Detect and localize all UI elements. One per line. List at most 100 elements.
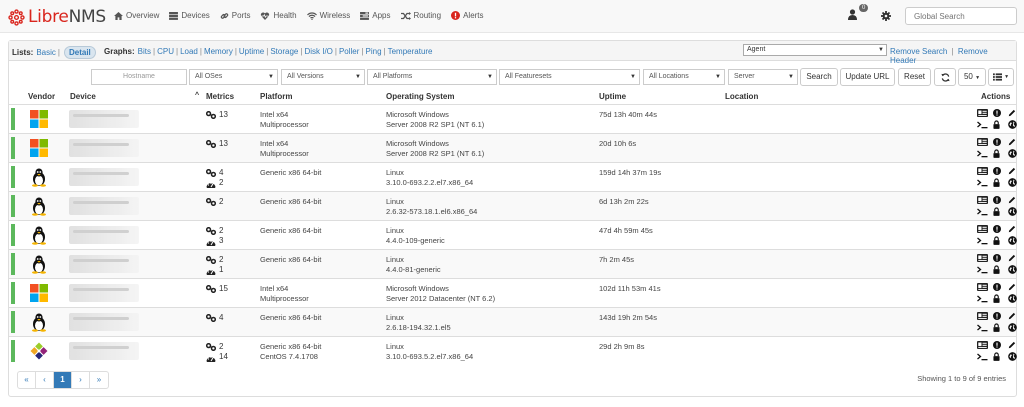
nav-apps[interactable]: Apps: [360, 11, 391, 20]
update-url-button[interactable]: Update URL: [840, 68, 895, 86]
col-device[interactable]: Device: [70, 92, 96, 101]
page-size-button[interactable]: 50 ▼: [958, 68, 986, 86]
terminal-ssh-icon[interactable]: [977, 266, 988, 274]
device-card-icon[interactable]: [977, 167, 988, 175]
table-row[interactable]: 4 2 Generic x86 64-bit Linux 3.10.0-693.2.2.…: [9, 162, 1017, 191]
refresh-button[interactable]: [934, 68, 956, 86]
col-vendor[interactable]: Vendor: [28, 92, 55, 101]
pencil-edit-icon[interactable]: [1008, 312, 1016, 320]
table-row[interactable]: 4 Generic x86 64-bit Linux 2.6.18-194.32.1.…: [9, 307, 1017, 336]
col-platform[interactable]: Platform: [260, 92, 292, 101]
terminal-ssh-icon[interactable]: [977, 353, 988, 361]
device-hostname-redacted[interactable]: [69, 226, 139, 244]
graph-link-uptime[interactable]: Uptime: [239, 47, 264, 56]
terminal-ssh-icon[interactable]: [977, 121, 988, 129]
graph-link-memory[interactable]: Memory: [204, 47, 233, 56]
lock-telnet-icon[interactable]: [993, 120, 1000, 129]
table-row[interactable]: 13 Intel x64 Multiprocessor Microsoft Windo…: [9, 133, 1017, 162]
graph-link-cpu[interactable]: CPU: [157, 47, 174, 56]
reset-button[interactable]: Reset: [898, 68, 931, 86]
nav-alerts[interactable]: Alerts: [451, 11, 484, 20]
sensors-metric[interactable]: 14: [206, 352, 228, 362]
nav-devices[interactable]: Devices: [169, 11, 210, 20]
sensors-metric[interactable]: 3: [206, 236, 223, 246]
alert-exclamation-icon[interactable]: [993, 138, 1001, 146]
graph-link-disk-i-o[interactable]: Disk I/O: [304, 47, 332, 56]
globe-web-icon[interactable]: [1008, 265, 1017, 274]
graph-link-temperature[interactable]: Temperature: [388, 47, 433, 56]
pencil-edit-icon[interactable]: [1008, 109, 1016, 117]
device-hostname-redacted[interactable]: [69, 110, 139, 128]
device-card-icon[interactable]: [977, 283, 988, 291]
device-hostname-redacted[interactable]: [69, 342, 139, 360]
lock-telnet-icon[interactable]: [993, 352, 1000, 361]
globe-web-icon[interactable]: [1008, 120, 1017, 129]
device-hostname-redacted[interactable]: [69, 139, 139, 157]
ports-metric[interactable]: 4: [206, 313, 223, 323]
terminal-ssh-icon[interactable]: [977, 324, 988, 332]
globe-web-icon[interactable]: [1008, 352, 1017, 361]
versions-select[interactable]: All Versions ▼: [281, 69, 365, 85]
globe-web-icon[interactable]: [1008, 323, 1017, 332]
lock-telnet-icon[interactable]: [993, 178, 1000, 187]
device-hostname-redacted[interactable]: [69, 168, 139, 186]
alert-exclamation-icon[interactable]: [993, 312, 1001, 320]
type-select[interactable]: Server ▼: [728, 69, 798, 85]
ports-metric[interactable]: 13: [206, 110, 228, 120]
ports-metric[interactable]: 4: [206, 168, 223, 178]
alert-exclamation-icon[interactable]: [993, 225, 1001, 233]
device-card-icon[interactable]: [977, 225, 988, 233]
globe-web-icon[interactable]: [1008, 149, 1017, 158]
agent-select[interactable]: Agent ▼: [743, 44, 887, 56]
table-row[interactable]: 15 Intel x64 Multiprocessor Microsoft Windo…: [9, 278, 1017, 307]
hostname-input[interactable]: Hostname: [91, 69, 187, 85]
graph-link-poller[interactable]: Poller: [339, 47, 359, 56]
nav-wireless[interactable]: Wireless: [306, 11, 350, 20]
alert-exclamation-icon[interactable]: [993, 341, 1001, 349]
graph-link-load[interactable]: Load: [180, 47, 198, 56]
col-metrics[interactable]: Metrics: [206, 92, 234, 101]
prev-page-button[interactable]: ‹: [36, 372, 54, 388]
alert-exclamation-icon[interactable]: [993, 196, 1001, 204]
lock-telnet-icon[interactable]: [993, 265, 1000, 274]
table-row[interactable]: 2 3 Generic x86 64-bit Linux 4.4.0-109-gener…: [9, 220, 1017, 249]
next-page-button[interactable]: ›: [72, 372, 90, 388]
first-page-button[interactable]: «: [18, 372, 36, 388]
pencil-edit-icon[interactable]: [1008, 283, 1016, 291]
remove-search-link[interactable]: Remove Search: [890, 47, 947, 56]
lock-telnet-icon[interactable]: [993, 294, 1000, 303]
globe-web-icon[interactable]: [1008, 178, 1017, 187]
graph-link-ping[interactable]: Ping: [366, 47, 382, 56]
pencil-edit-icon[interactable]: [1008, 225, 1016, 233]
sort-asc-icon[interactable]: ^: [195, 92, 199, 99]
nav-ports[interactable]: Ports: [220, 11, 250, 20]
pencil-edit-icon[interactable]: [1008, 196, 1016, 204]
table-row[interactable]: 2 Generic x86 64-bit Linux 2.6.32-573.18.1.…: [9, 191, 1017, 220]
page-1-button[interactable]: 1: [54, 372, 72, 388]
device-card-icon[interactable]: [977, 312, 988, 320]
columns-button[interactable]: ▼: [988, 68, 1014, 86]
device-hostname-redacted[interactable]: [69, 313, 139, 331]
col-location[interactable]: Location: [725, 92, 758, 101]
sensors-metric[interactable]: 1: [206, 265, 223, 275]
device-hostname-redacted[interactable]: [69, 284, 139, 302]
lock-telnet-icon[interactable]: [993, 236, 1000, 245]
librenms-logo[interactable]: LibreNMS: [8, 7, 106, 27]
list-detail-link[interactable]: Detail: [63, 46, 96, 59]
device-card-icon[interactable]: [977, 109, 988, 117]
terminal-ssh-icon[interactable]: [977, 179, 988, 187]
ports-metric[interactable]: 2: [206, 197, 223, 207]
locations-select[interactable]: All Locations ▼: [643, 69, 725, 85]
globe-web-icon[interactable]: [1008, 294, 1017, 303]
nav-overview[interactable]: Overview: [114, 11, 159, 20]
search-button[interactable]: Search: [800, 68, 838, 86]
alert-exclamation-icon[interactable]: [993, 283, 1001, 291]
device-card-icon[interactable]: [977, 341, 988, 349]
graph-link-bits[interactable]: Bits: [138, 47, 151, 56]
col-os[interactable]: Operating System: [386, 92, 454, 101]
last-page-button[interactable]: »: [90, 372, 108, 388]
globe-web-icon[interactable]: [1008, 236, 1017, 245]
device-card-icon[interactable]: [977, 196, 988, 204]
sensors-metric[interactable]: 2: [206, 178, 223, 188]
featuresets-select[interactable]: All Featuresets ▼: [499, 69, 640, 85]
